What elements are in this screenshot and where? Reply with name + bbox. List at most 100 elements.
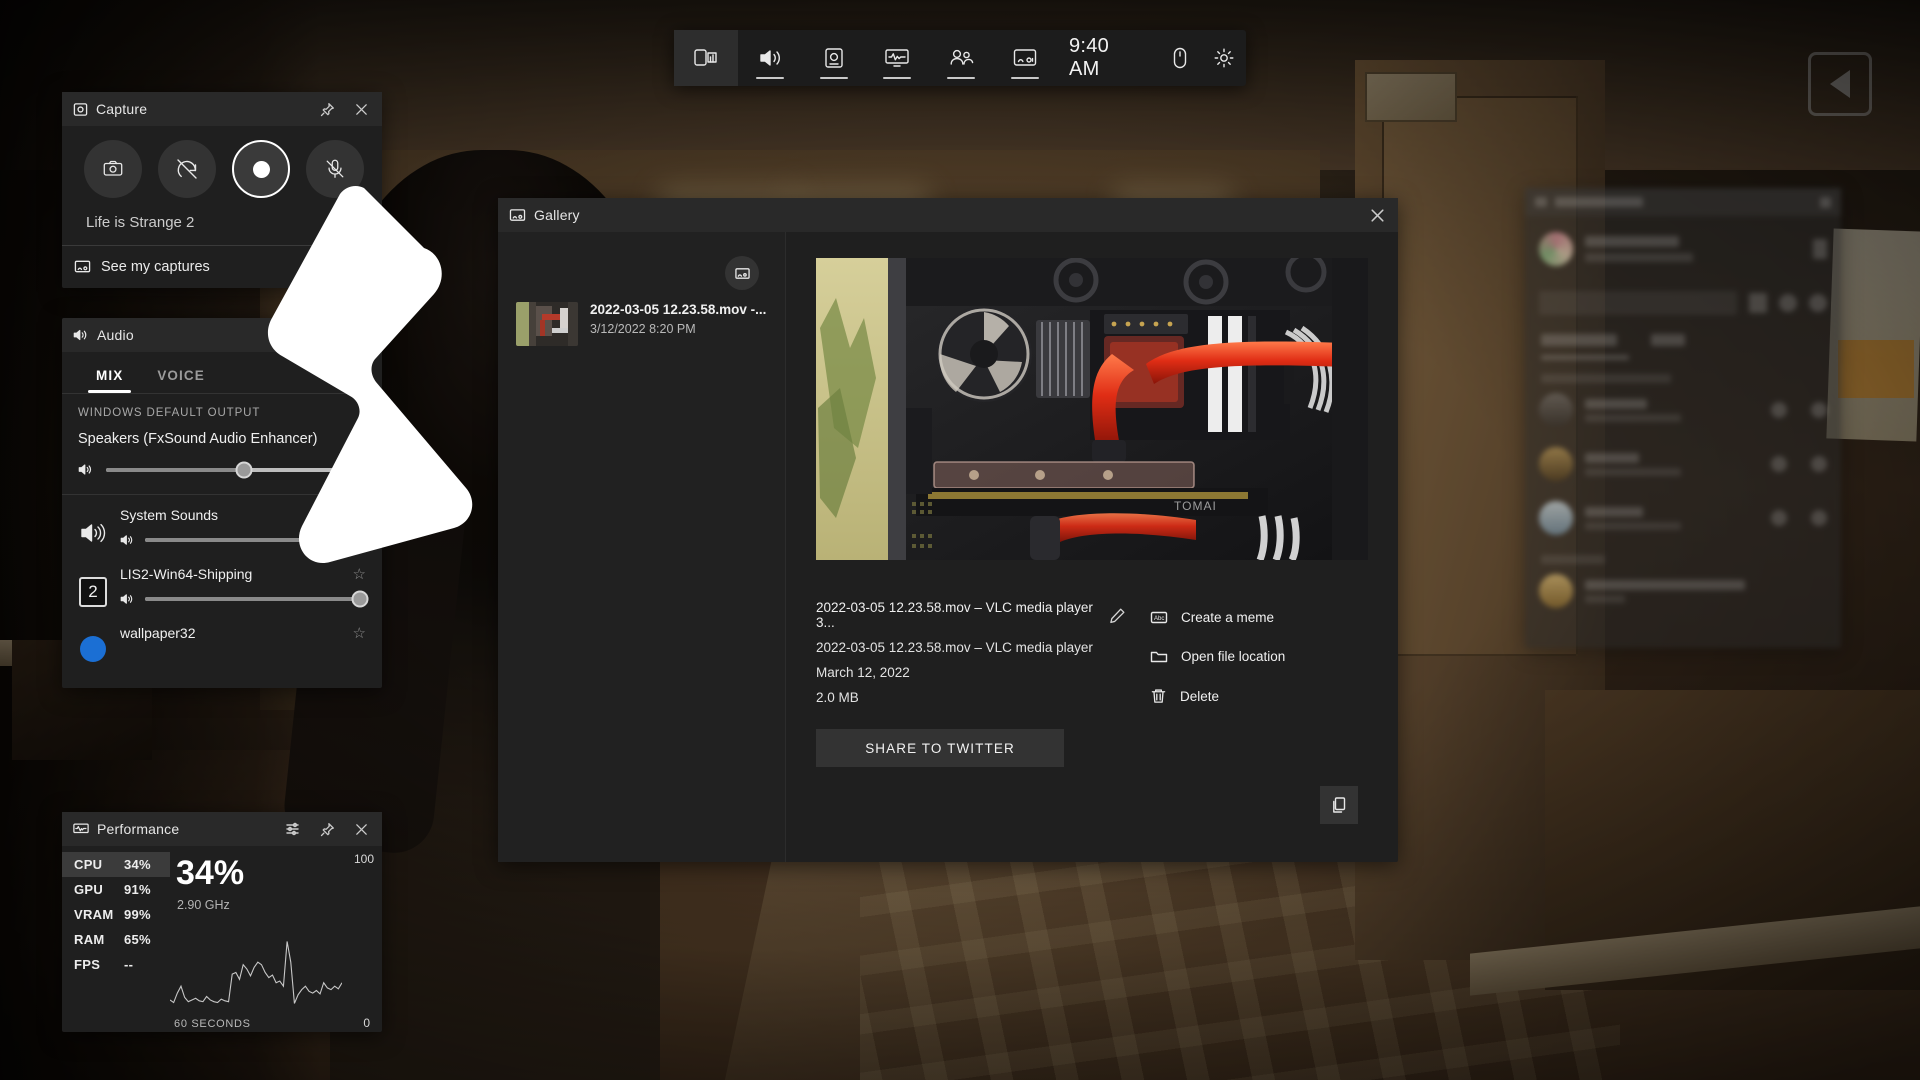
screenshot-button[interactable] bbox=[84, 140, 142, 198]
close-icon[interactable] bbox=[1364, 202, 1390, 228]
more-icon[interactable] bbox=[1811, 402, 1827, 418]
capture-game-name: Life is Strange 2 bbox=[86, 214, 195, 231]
favorite-star-icon[interactable]: ☆ bbox=[353, 506, 366, 524]
favorite-star-icon[interactable]: ☆ bbox=[353, 565, 366, 583]
capture-widget: Capture Life is Strange 2 See my capture… bbox=[62, 92, 382, 288]
more-icon[interactable] bbox=[1811, 510, 1827, 526]
message-icon[interactable] bbox=[1771, 402, 1787, 418]
close-icon[interactable] bbox=[348, 816, 374, 842]
tab-mix[interactable]: MIX bbox=[82, 360, 137, 393]
pencil-icon[interactable] bbox=[1813, 239, 1827, 259]
open-folder-button[interactable] bbox=[725, 256, 759, 290]
performance-metric-ram[interactable]: RAM 65% bbox=[62, 927, 170, 952]
see-my-captures-link[interactable]: See my captures bbox=[62, 246, 382, 288]
slider-track[interactable] bbox=[145, 531, 369, 549]
social-profile[interactable] bbox=[1525, 216, 1841, 272]
toolbar-item-capture[interactable] bbox=[802, 30, 866, 86]
audio-app-main: System Sounds ☆ bbox=[120, 506, 369, 549]
friend-gamertag bbox=[1585, 579, 1745, 590]
performance-chart-area: 34% 2.90 GHz 100 0 60 SECONDS bbox=[170, 846, 382, 1032]
performance-metric-fps[interactable]: FPS -- bbox=[62, 952, 170, 977]
audio-output-device-select[interactable]: Speakers (FxSound Audio Enhancer) bbox=[78, 419, 366, 449]
favorite-star-icon[interactable]: ☆ bbox=[353, 624, 366, 642]
sliders-icon[interactable] bbox=[280, 816, 306, 842]
controller-icon[interactable] bbox=[1158, 30, 1202, 86]
tab-recent[interactable] bbox=[1651, 334, 1685, 346]
volume-icon bbox=[73, 328, 89, 342]
gallery-widget-header: Gallery bbox=[498, 198, 1398, 232]
gallery-item-date: 3/12/2022 8:20 PM bbox=[590, 322, 696, 336]
social-friend-row[interactable] bbox=[1525, 491, 1841, 545]
slider-knob[interactable] bbox=[351, 531, 369, 549]
chart-axis-min: 0 bbox=[363, 1016, 370, 1030]
toolbar-active-underline bbox=[883, 76, 912, 79]
toolbar-item-gallery[interactable] bbox=[993, 30, 1057, 86]
slider-knob[interactable] bbox=[235, 461, 253, 478]
more-icon[interactable] bbox=[1811, 456, 1827, 472]
gallery-detail-size: 2.0 MB bbox=[816, 690, 859, 705]
performance-widget-header: Performance bbox=[62, 812, 382, 846]
audio-app-row: wallpaper32 ☆ bbox=[62, 613, 382, 668]
pin-icon[interactable] bbox=[314, 816, 340, 842]
toolbar-item-performance[interactable] bbox=[865, 30, 929, 86]
audio-app-volume-slider[interactable] bbox=[120, 583, 369, 608]
invite-icon[interactable] bbox=[1749, 293, 1767, 313]
more-icon[interactable] bbox=[1809, 294, 1827, 312]
performance-metric-vram[interactable]: VRAM 99% bbox=[62, 902, 170, 927]
toolbar-item-widget-menu[interactable] bbox=[674, 30, 738, 86]
pin-icon[interactable] bbox=[314, 96, 340, 122]
tab-voice[interactable]: VOICE bbox=[143, 360, 219, 393]
social-friend-row[interactable] bbox=[1525, 564, 1841, 618]
record-last-30s-button[interactable] bbox=[158, 140, 216, 198]
gallery-icon bbox=[509, 208, 526, 223]
gallery-preview-image[interactable]: TOMAI bbox=[816, 258, 1368, 560]
tab-friends[interactable] bbox=[1541, 334, 1617, 346]
search-input[interactable] bbox=[1539, 291, 1737, 315]
open-file-location-label: Open file location bbox=[1181, 649, 1286, 664]
performance-widget-title: Performance bbox=[97, 821, 180, 837]
social-friend-row[interactable] bbox=[1525, 383, 1841, 437]
trash-icon bbox=[1150, 688, 1167, 704]
audio-section-caption: WINDOWS DEFAULT OUTPUT bbox=[78, 407, 261, 419]
audio-app-name: wallpaper32 bbox=[120, 625, 196, 641]
mic-toggle-button[interactable] bbox=[306, 140, 364, 198]
avatar bbox=[1539, 232, 1573, 266]
delete-action[interactable]: Delete bbox=[1146, 680, 1368, 720]
close-icon[interactable] bbox=[1820, 196, 1831, 208]
metric-value: 65% bbox=[124, 932, 151, 947]
slider-knob[interactable] bbox=[351, 590, 369, 608]
slider-track[interactable] bbox=[106, 461, 366, 478]
share-to-twitter-button[interactable]: SHARE TO TWITTER bbox=[816, 729, 1064, 767]
volume-icon bbox=[120, 593, 135, 605]
create-a-meme-action[interactable]: Abc Create a meme bbox=[1146, 602, 1368, 641]
audio-app-volume-slider[interactable] bbox=[120, 524, 369, 549]
pencil-icon[interactable] bbox=[1109, 607, 1126, 624]
performance-metric-cpu[interactable]: CPU 34% bbox=[62, 852, 170, 877]
svg-text:Abc: Abc bbox=[1154, 616, 1164, 622]
message-icon[interactable] bbox=[1771, 510, 1787, 526]
social-friend-row[interactable] bbox=[1525, 437, 1841, 491]
copy-button[interactable] bbox=[1320, 786, 1358, 824]
start-recording-button[interactable] bbox=[232, 140, 290, 198]
toolbar-item-xbox-social[interactable] bbox=[929, 30, 993, 86]
gallery-detail-title-row: 2022-03-05 12.23.58.mov – VLC media play… bbox=[816, 600, 1126, 640]
performance-metric-gpu[interactable]: GPU 91% bbox=[62, 877, 170, 902]
gallery-list-item[interactable]: 2022-03-05 12.23.58.mov -... 3/12/2022 8… bbox=[498, 288, 785, 360]
chart-time-range: 60 SECONDS bbox=[174, 1018, 251, 1030]
volume-icon bbox=[120, 534, 135, 546]
gallery-icon bbox=[74, 259, 91, 275]
toolbar-item-audio[interactable] bbox=[738, 30, 802, 86]
gallery-widget-title: Gallery bbox=[534, 207, 580, 223]
close-icon[interactable] bbox=[348, 96, 374, 122]
gear-icon[interactable] bbox=[1202, 30, 1246, 86]
audio-app-name: LIS2-Win64-Shipping bbox=[120, 566, 253, 582]
add-friend-icon[interactable] bbox=[1779, 294, 1797, 312]
master-volume-slider[interactable] bbox=[78, 449, 366, 482]
friend-gamertag bbox=[1585, 452, 1639, 463]
message-icon[interactable] bbox=[1771, 456, 1787, 472]
slider-track[interactable] bbox=[145, 590, 369, 608]
chart-axis-max: 100 bbox=[353, 852, 374, 866]
open-file-location-action[interactable]: Open file location bbox=[1146, 641, 1368, 680]
friend-status bbox=[1585, 521, 1681, 530]
close-icon[interactable] bbox=[348, 322, 374, 348]
